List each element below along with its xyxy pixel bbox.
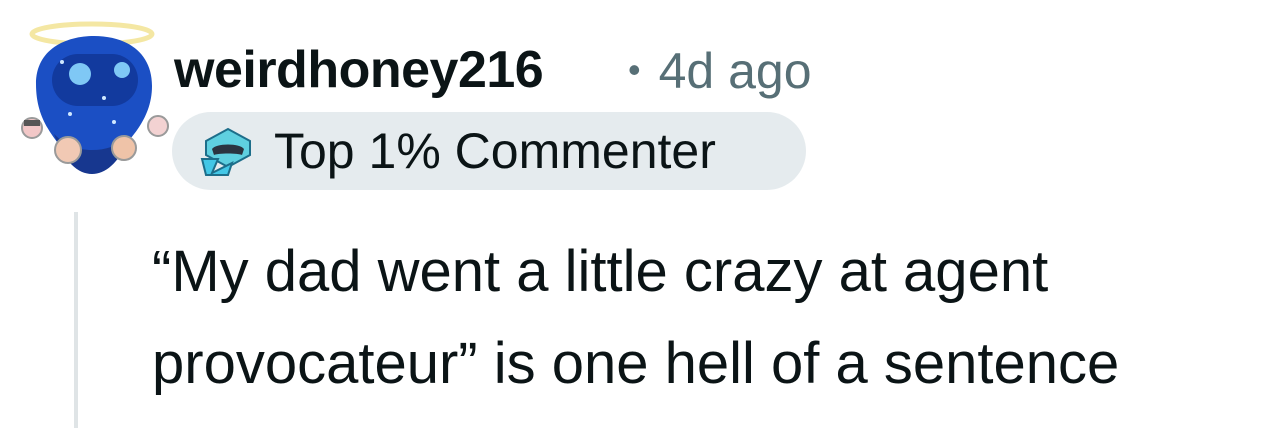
user-flair: Top 1% Commenter (172, 112, 806, 190)
user-avatar[interactable] (14, 14, 184, 179)
separator-dot: • (628, 49, 641, 90)
comment-meta: • 4d ago (628, 38, 812, 103)
username[interactable]: weirdhoney216 (174, 38, 544, 102)
comment: weirdhoney216 • 4d ago Top 1% Commenter “… (0, 0, 1288, 428)
comment-text: “My dad went a little crazy at agent pro… (152, 239, 1120, 396)
commenter-badge-icon (200, 127, 251, 176)
flair-label: Top 1% Commenter (274, 123, 716, 179)
comment-body: “My dad went a little crazy at agent pro… (152, 226, 1282, 410)
halo-avatar-icon (21, 21, 169, 174)
timestamp[interactable]: 4d ago (659, 43, 812, 99)
thread-line[interactable] (74, 212, 78, 428)
